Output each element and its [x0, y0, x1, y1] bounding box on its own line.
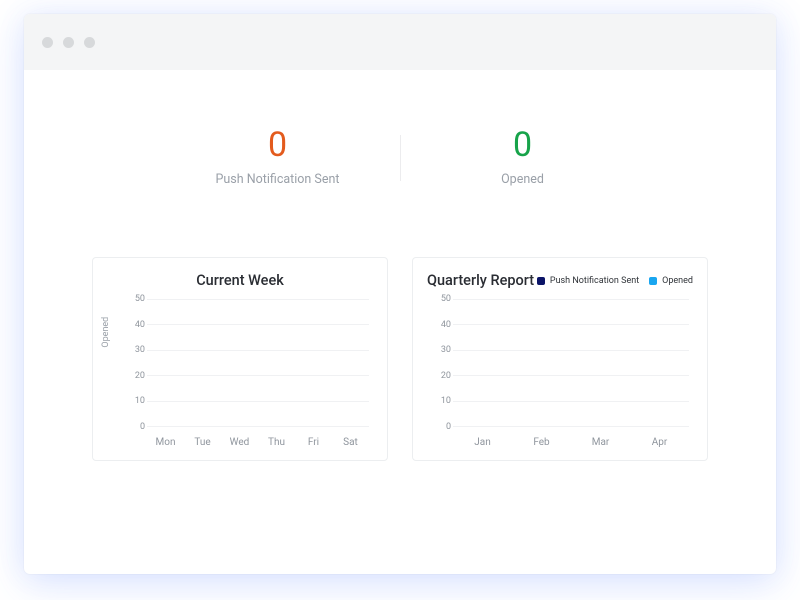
stat-opened-value: 0 — [423, 128, 623, 162]
gridline — [147, 426, 369, 427]
chart-header: Quarterly Report Push Notification Sent … — [427, 272, 693, 289]
chart-y-ticks: 50 40 30 20 10 0 — [435, 294, 451, 432]
chart-x-axis: Jan Feb Mar Apr — [453, 437, 689, 448]
ytick: 50 — [435, 294, 451, 304]
app-window: 0 Push Notification Sent 0 Opened Curren… — [24, 14, 776, 574]
ytick: 10 — [129, 396, 145, 406]
gridline — [453, 324, 689, 325]
legend-label: Opened — [662, 276, 693, 286]
xtick: Tue — [184, 437, 221, 448]
stat-sent: 0 Push Notification Sent — [178, 128, 378, 187]
chart-y-ticks: 50 40 30 20 10 0 — [129, 294, 145, 432]
chart-quarterly-report: Quarterly Report Push Notification Sent … — [412, 257, 708, 461]
chart-title: Quarterly Report — [427, 272, 534, 289]
ytick: 10 — [435, 396, 451, 406]
gridline — [147, 350, 369, 351]
ytick: 0 — [435, 422, 451, 432]
gridline — [453, 426, 689, 427]
ytick: 30 — [435, 345, 451, 355]
legend-item-sent: Push Notification Sent — [537, 276, 639, 286]
xtick: Sat — [332, 437, 369, 448]
xtick: Thu — [258, 437, 295, 448]
gridline — [147, 324, 369, 325]
stats-divider — [400, 135, 401, 181]
stat-sent-value: 0 — [178, 128, 378, 162]
chart-y-label: Opened — [101, 317, 111, 348]
window-control-zoom-icon[interactable] — [84, 37, 95, 48]
window-control-close-icon[interactable] — [42, 37, 53, 48]
chart-gridlines — [147, 299, 369, 427]
chart-x-axis: Mon Tue Wed Thu Fri Sat — [147, 437, 369, 448]
ytick: 40 — [129, 320, 145, 330]
legend-swatch-icon — [649, 277, 657, 285]
xtick: Apr — [630, 437, 689, 448]
chart-plot-area: Opened 50 40 30 20 10 0 — [129, 299, 369, 427]
legend-item-opened: Opened — [649, 276, 693, 286]
ytick: 0 — [129, 422, 145, 432]
chart-plot-area: 50 40 30 20 10 0 — [435, 299, 689, 427]
chart-title: Current Week — [107, 272, 373, 289]
chart-gridlines — [453, 299, 689, 427]
legend-label: Push Notification Sent — [550, 276, 639, 286]
xtick: Jan — [453, 437, 512, 448]
chart-current-week: Current Week Opened 50 40 30 20 10 0 — [92, 257, 388, 461]
chart-legend: Push Notification Sent Opened — [537, 276, 693, 286]
stat-opened-label: Opened — [423, 172, 623, 187]
xtick: Wed — [221, 437, 258, 448]
summary-stats: 0 Push Notification Sent 0 Opened — [48, 128, 752, 187]
window-titlebar — [24, 14, 776, 70]
xtick: Fri — [295, 437, 332, 448]
ytick: 50 — [129, 294, 145, 304]
dashboard-content: 0 Push Notification Sent 0 Opened Curren… — [24, 128, 776, 461]
xtick: Feb — [512, 437, 571, 448]
window-control-minimize-icon[interactable] — [63, 37, 74, 48]
xtick: Mon — [147, 437, 184, 448]
stat-sent-label: Push Notification Sent — [178, 172, 378, 187]
ytick: 40 — [435, 320, 451, 330]
chart-header: Current Week — [107, 272, 373, 289]
gridline — [147, 401, 369, 402]
gridline — [453, 299, 689, 300]
charts-row: Current Week Opened 50 40 30 20 10 0 — [48, 257, 752, 461]
ytick: 20 — [435, 371, 451, 381]
ytick: 30 — [129, 345, 145, 355]
legend-swatch-icon — [537, 277, 545, 285]
xtick: Mar — [571, 437, 630, 448]
ytick: 20 — [129, 371, 145, 381]
gridline — [453, 350, 689, 351]
gridline — [147, 375, 369, 376]
gridline — [453, 375, 689, 376]
stat-opened: 0 Opened — [423, 128, 623, 187]
gridline — [453, 401, 689, 402]
gridline — [147, 299, 369, 300]
